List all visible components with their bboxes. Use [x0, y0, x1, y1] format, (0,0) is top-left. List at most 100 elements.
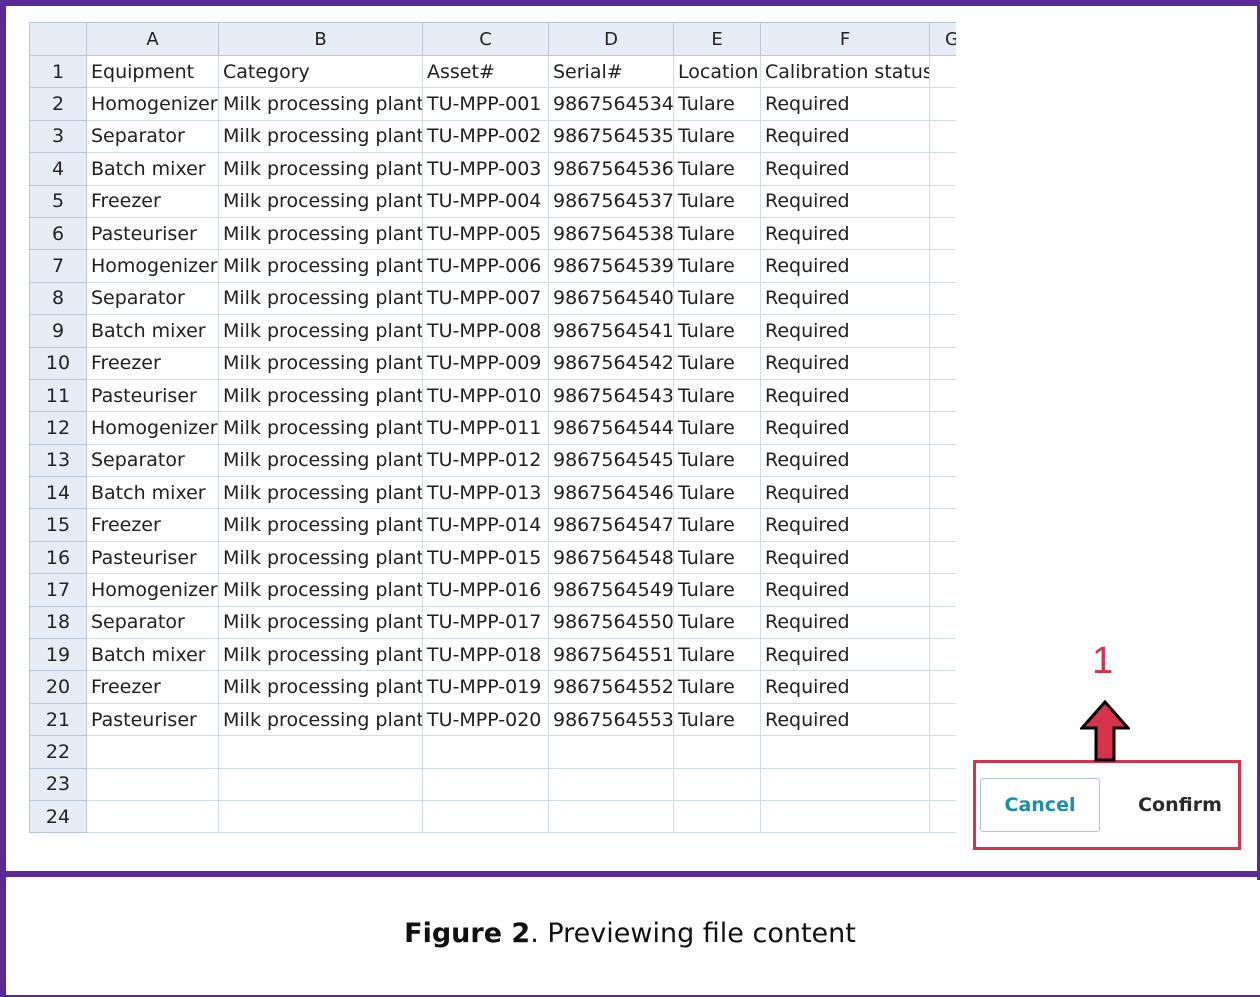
cell-f21[interactable]: Required — [760, 702, 930, 737]
cell-g3[interactable] — [929, 119, 956, 154]
cell-d21[interactable]: 9867564553 — [548, 702, 674, 737]
cell-b19[interactable]: Milk processing plant — [218, 638, 423, 672]
cell-b15[interactable]: Milk processing plant — [218, 508, 423, 542]
cell-g9[interactable] — [929, 314, 956, 348]
cell-f10[interactable]: Required — [760, 346, 930, 380]
cell-c22[interactable] — [422, 735, 549, 769]
cell-b6[interactable]: Milk processing plant — [218, 216, 423, 251]
cell-d2[interactable]: 9867564534 — [548, 87, 674, 121]
cell-g12[interactable] — [929, 411, 956, 445]
corner-cell[interactable] — [29, 22, 87, 56]
cell-e15[interactable]: Tulare — [673, 508, 761, 542]
cell-f24[interactable] — [760, 799, 930, 834]
cell-f1[interactable]: Calibration status — [760, 54, 930, 89]
cell-a24[interactable] — [86, 799, 219, 834]
cell-e14[interactable]: Tulare — [673, 476, 761, 510]
cell-g23[interactable] — [929, 767, 956, 801]
cell-e2[interactable]: Tulare — [673, 87, 761, 121]
cell-b16[interactable]: Milk processing plant — [218, 540, 423, 575]
cell-d18[interactable]: 9867564550 — [548, 605, 674, 640]
cell-f17[interactable]: Required — [760, 573, 930, 607]
cell-a21[interactable]: Pasteuriser — [86, 702, 219, 737]
column-header-g[interactable]: G — [929, 22, 956, 56]
row-header[interactable]: 19 — [29, 638, 87, 672]
cell-d3[interactable]: 9867564535 — [548, 119, 674, 154]
cell-d23[interactable] — [548, 767, 674, 801]
cell-e10[interactable]: Tulare — [673, 346, 761, 380]
cell-g17[interactable] — [929, 573, 956, 607]
row-header[interactable]: 20 — [29, 670, 87, 704]
cell-d7[interactable]: 9867564539 — [548, 249, 674, 283]
column-header-f[interactable]: F — [760, 22, 930, 56]
cell-d22[interactable] — [548, 735, 674, 769]
cell-b2[interactable]: Milk processing plant — [218, 87, 423, 121]
cell-b9[interactable]: Milk processing plant — [218, 314, 423, 348]
cell-e16[interactable]: Tulare — [673, 540, 761, 575]
cell-e7[interactable]: Tulare — [673, 249, 761, 283]
cell-e5[interactable]: Tulare — [673, 184, 761, 218]
cell-a9[interactable]: Batch mixer — [86, 314, 219, 348]
row-header[interactable]: 12 — [29, 411, 87, 445]
cell-a3[interactable]: Separator — [86, 119, 219, 154]
cell-e11[interactable]: Tulare — [673, 378, 761, 413]
cell-e4[interactable]: Tulare — [673, 152, 761, 186]
cell-d13[interactable]: 9867564545 — [548, 443, 674, 478]
row-header[interactable]: 4 — [29, 152, 87, 186]
cell-c23[interactable] — [422, 767, 549, 801]
cell-f23[interactable] — [760, 767, 930, 801]
cell-a16[interactable]: Pasteuriser — [86, 540, 219, 575]
cell-e3[interactable]: Tulare — [673, 119, 761, 154]
cell-c10[interactable]: TU-MPP-009 — [422, 346, 549, 380]
cell-d20[interactable]: 9867564552 — [548, 670, 674, 704]
cell-g8[interactable] — [929, 281, 956, 316]
cell-f14[interactable]: Required — [760, 476, 930, 510]
row-header[interactable]: 21 — [29, 702, 87, 737]
cell-f4[interactable]: Required — [760, 152, 930, 186]
cell-g21[interactable] — [929, 702, 956, 737]
cell-d14[interactable]: 9867564546 — [548, 476, 674, 510]
row-header[interactable]: 2 — [29, 87, 87, 121]
cell-d8[interactable]: 9867564540 — [548, 281, 674, 316]
cell-e20[interactable]: Tulare — [673, 670, 761, 704]
cell-f22[interactable] — [760, 735, 930, 769]
cell-d11[interactable]: 9867564543 — [548, 378, 674, 413]
cell-c13[interactable]: TU-MPP-012 — [422, 443, 549, 478]
row-header[interactable]: 7 — [29, 249, 87, 283]
cell-f19[interactable]: Required — [760, 638, 930, 672]
cell-d17[interactable]: 9867564549 — [548, 573, 674, 607]
cell-b10[interactable]: Milk processing plant — [218, 346, 423, 380]
row-header[interactable]: 13 — [29, 443, 87, 478]
row-header[interactable]: 18 — [29, 605, 87, 640]
cell-b7[interactable]: Milk processing plant — [218, 249, 423, 283]
cell-e24[interactable] — [673, 799, 761, 834]
cell-e6[interactable]: Tulare — [673, 216, 761, 251]
cell-a15[interactable]: Freezer — [86, 508, 219, 542]
cell-f6[interactable]: Required — [760, 216, 930, 251]
cell-c12[interactable]: TU-MPP-011 — [422, 411, 549, 445]
column-header-e[interactable]: E — [673, 22, 761, 56]
row-header[interactable]: 3 — [29, 119, 87, 154]
cell-g18[interactable] — [929, 605, 956, 640]
cell-b8[interactable]: Milk processing plant — [218, 281, 423, 316]
column-header-b[interactable]: B — [218, 22, 423, 56]
row-header[interactable]: 15 — [29, 508, 87, 542]
cell-g4[interactable] — [929, 152, 956, 186]
cell-d6[interactable]: 9867564538 — [548, 216, 674, 251]
cell-g13[interactable] — [929, 443, 956, 478]
cell-b23[interactable] — [218, 767, 423, 801]
row-header[interactable]: 16 — [29, 540, 87, 575]
row-header[interactable]: 11 — [29, 378, 87, 413]
cell-d4[interactable]: 9867564536 — [548, 152, 674, 186]
row-header[interactable]: 22 — [29, 735, 87, 769]
cell-g1[interactable] — [929, 54, 956, 89]
cancel-button[interactable]: Cancel — [980, 778, 1100, 832]
cell-b22[interactable] — [218, 735, 423, 769]
cell-c21[interactable]: TU-MPP-020 — [422, 702, 549, 737]
cell-a6[interactable]: Pasteuriser — [86, 216, 219, 251]
row-header[interactable]: 10 — [29, 346, 87, 380]
row-header[interactable]: 24 — [29, 799, 87, 834]
cell-a23[interactable] — [86, 767, 219, 801]
cell-b21[interactable]: Milk processing plant — [218, 702, 423, 737]
cell-g19[interactable] — [929, 638, 956, 672]
column-header-c[interactable]: C — [422, 22, 549, 56]
